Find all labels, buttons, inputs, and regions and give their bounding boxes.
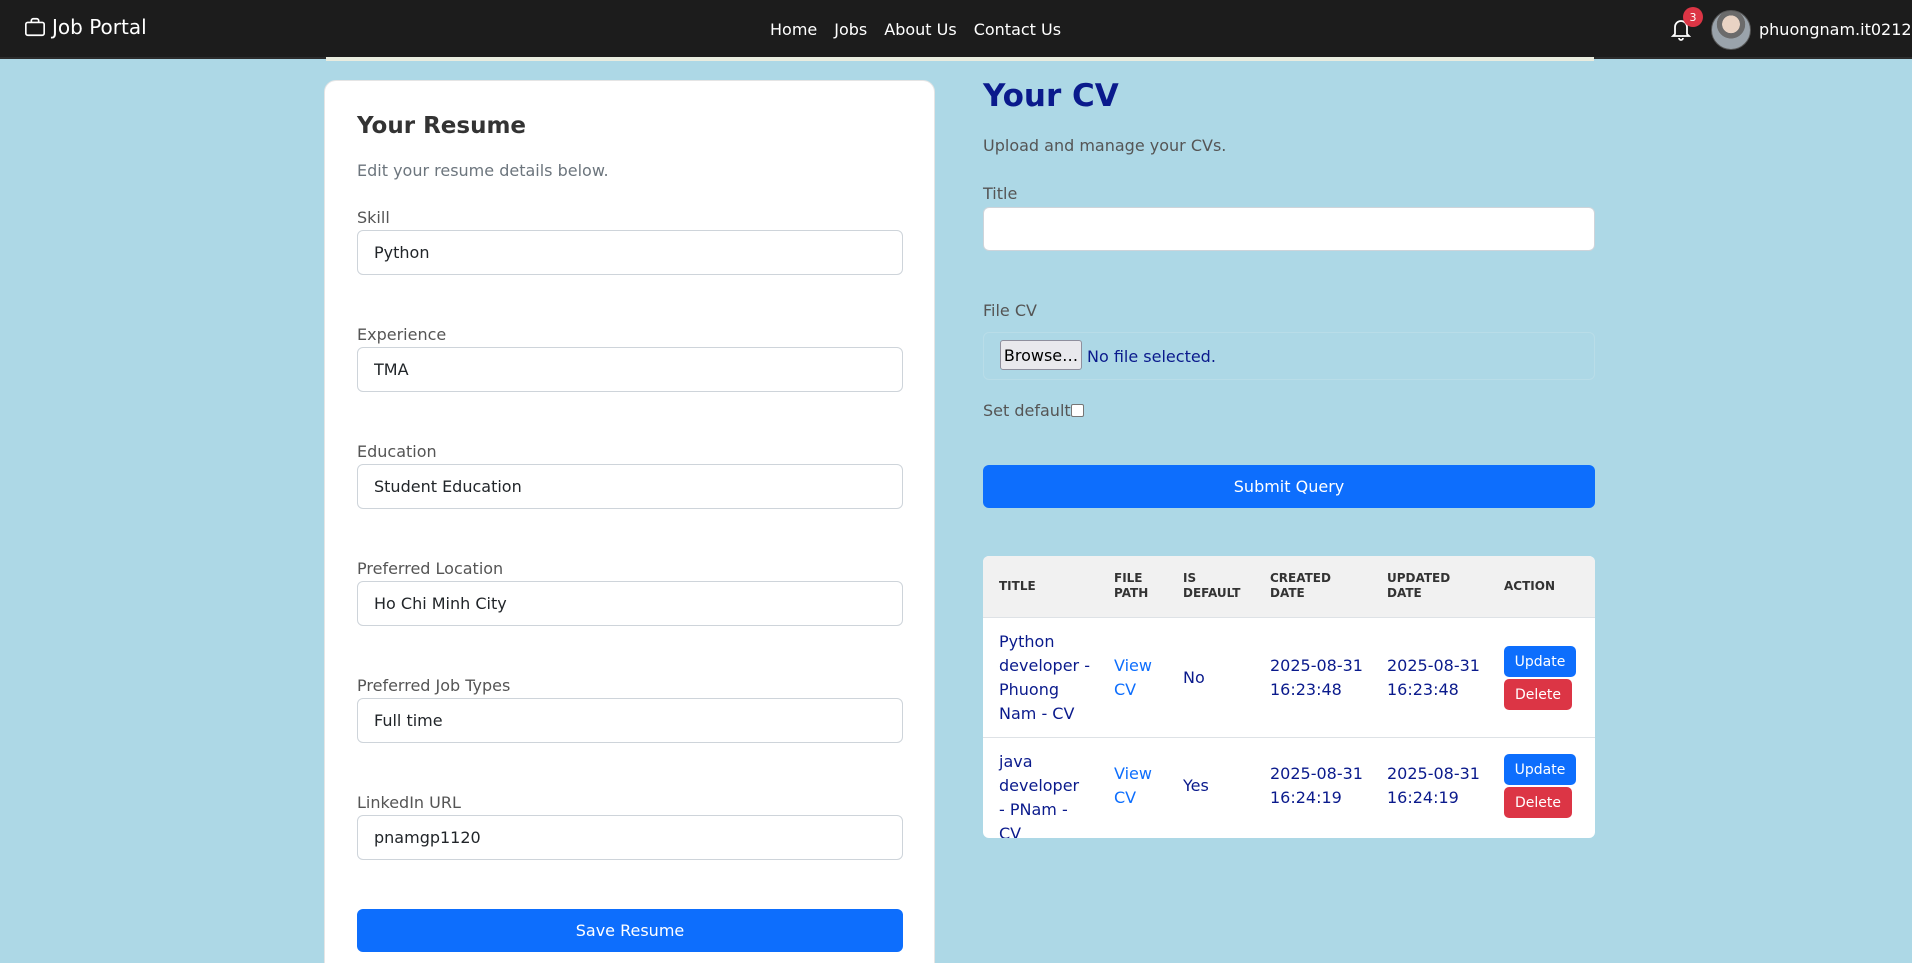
cv-title-label: Title [983, 184, 1018, 203]
education-label: Education [357, 442, 437, 461]
header-is-default: IS DEFAULT [1183, 571, 1241, 600]
preferred-job-types-input[interactable] [357, 698, 903, 743]
resume-card: Your Resume Edit your resume details bel… [324, 80, 935, 963]
experience-label: Experience [357, 325, 447, 344]
header-created-date: CREATED DATE [1270, 571, 1331, 600]
preferred-job-types-label: Preferred Job Types [357, 676, 511, 695]
nav-jobs[interactable]: Jobs [834, 20, 867, 39]
header-file-path: FILE PATH [1114, 571, 1149, 600]
skill-input[interactable] [357, 230, 903, 275]
submit-query-button[interactable]: Submit Query [983, 465, 1595, 508]
skill-label: Skill [357, 208, 390, 227]
resume-subtitle: Edit your resume details below. [357, 161, 609, 180]
table-row: java developer - PNam - CV View CV Yes 2… [983, 738, 1595, 838]
brand-logo[interactable]: Job Portal [24, 15, 147, 39]
cv-title: Your CV [983, 78, 1119, 114]
update-button[interactable]: Update [1504, 646, 1576, 677]
avatar[interactable] [1711, 10, 1751, 50]
preferred-location-input[interactable] [357, 581, 903, 626]
nav-home[interactable]: Home [770, 20, 817, 39]
file-cv-label: File CV [983, 301, 1037, 320]
briefcase-icon [25, 17, 45, 37]
notification-badge: 3 [1683, 7, 1703, 27]
main-nav: Home Jobs About Us Contact Us [770, 20, 1061, 39]
education-input[interactable] [357, 464, 903, 509]
cv-subtitle: Upload and manage your CVs. [983, 136, 1227, 155]
top-navbar: Job Portal Home Jobs About Us Contact Us… [0, 0, 1912, 59]
cv-row-created: 2025-08-31 16:24:19 [1270, 764, 1363, 807]
view-cv-link[interactable]: View CV [1114, 654, 1159, 702]
experience-input[interactable] [357, 347, 903, 392]
username[interactable]: phuongnam.it0212 [1759, 20, 1912, 39]
save-resume-button[interactable]: Save Resume [357, 909, 903, 952]
update-button[interactable]: Update [1504, 754, 1576, 785]
cv-row-is-default: Yes [1183, 776, 1209, 795]
view-cv-link[interactable]: View CV [1114, 762, 1159, 810]
table-row: Python developer - Phuong Nam - CV View … [983, 618, 1595, 738]
cv-row-updated: 2025-08-31 16:23:48 [1387, 656, 1480, 699]
brand-name: Job Portal [52, 15, 147, 39]
delete-button[interactable]: Delete [1504, 679, 1572, 710]
set-default-label: Set default [983, 401, 1071, 420]
cv-row-title: java developer - PNam - CV [999, 752, 1080, 838]
preferred-location-label: Preferred Location [357, 559, 504, 578]
browse-button[interactable]: Browse… [1000, 340, 1082, 370]
header-updated-date: UPDATED DATE [1387, 571, 1451, 600]
table-header: TITLE FILE PATH IS DEFAULT CREATED DATE … [983, 556, 1595, 618]
resume-title: Your Resume [357, 113, 527, 139]
nav-contact-us[interactable]: Contact Us [974, 20, 1061, 39]
header-divider [326, 57, 1594, 61]
delete-button[interactable]: Delete [1504, 787, 1572, 818]
no-file-text: No file selected. [1087, 347, 1216, 366]
header-title: TITLE [999, 579, 1036, 593]
header-action: ACTION [1504, 579, 1555, 593]
cv-row-is-default: No [1183, 668, 1205, 687]
linkedin-url-label: LinkedIn URL [357, 793, 461, 812]
set-default-checkbox[interactable] [1071, 404, 1084, 417]
nav-about-us[interactable]: About Us [884, 20, 956, 39]
cv-row-created: 2025-08-31 16:23:48 [1270, 656, 1363, 699]
cv-row-title: Python developer - Phuong Nam - CV [999, 632, 1090, 723]
cv-title-input[interactable] [983, 207, 1595, 251]
linkedin-url-input[interactable] [357, 815, 903, 860]
cv-table: TITLE FILE PATH IS DEFAULT CREATED DATE … [983, 556, 1595, 838]
cv-row-updated: 2025-08-31 16:24:19 [1387, 764, 1480, 807]
